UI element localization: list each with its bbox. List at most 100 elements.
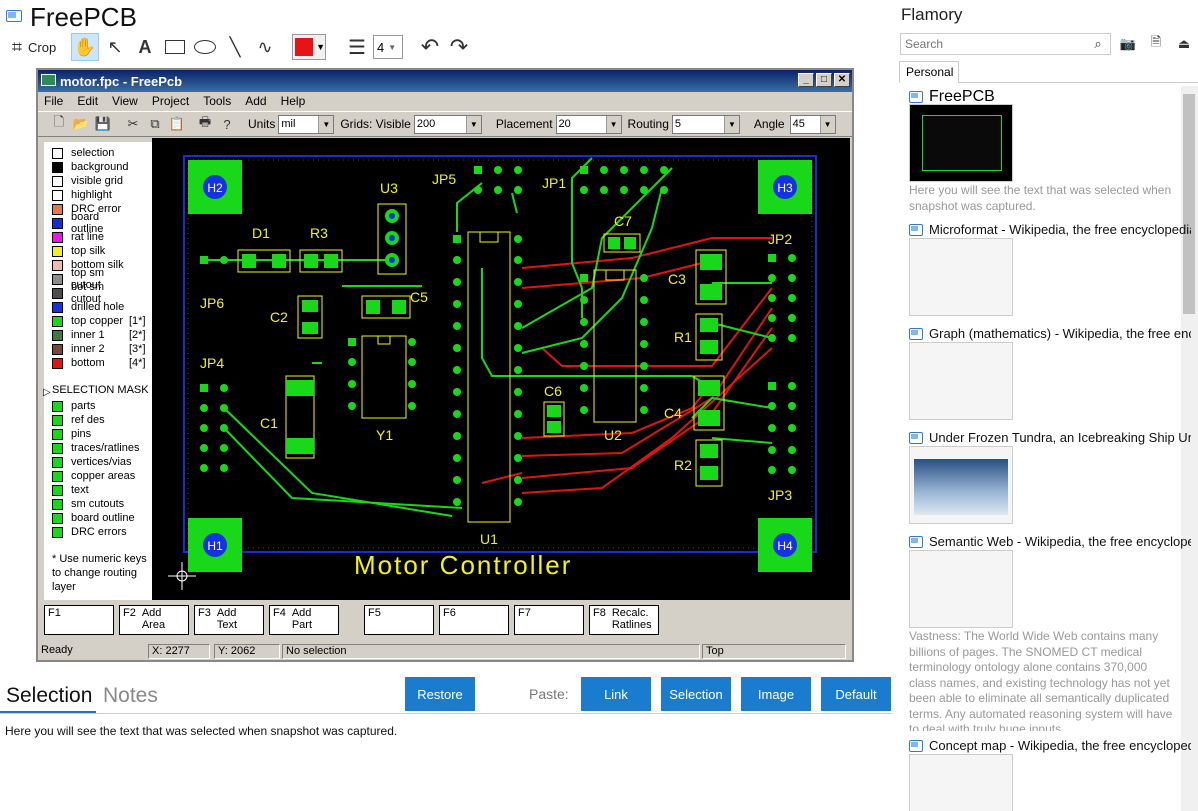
pcb-canvas[interactable]: H2 H3 H1 H4 JP6 JP4 D1 R3 U3 C2 C5 Y1 C1… [152,138,850,600]
f4-key[interactable]: F4 Add Part [269,605,339,635]
r2-part[interactable] [695,439,723,487]
line-width-select[interactable]: 4 ▼ [373,35,403,59]
layer-row[interactable]: inner 1 [2*] [44,328,152,342]
text-tool-icon[interactable]: A [131,33,159,61]
redo-icon[interactable]: ↷ [445,33,473,61]
layer-row[interactable]: drilled hole [44,300,152,314]
mask-row[interactable]: pins [44,427,152,441]
mask-row[interactable]: copper areas [44,469,152,483]
mounting-hole-h3[interactable]: H3 [758,160,812,214]
snapshot-item[interactable]: Under Frozen Tundra, an Icebreaking Ship… [909,430,1191,445]
document-icon[interactable]: 🗎 [1147,34,1165,53]
jp5-connector[interactable] [474,166,522,194]
mask-row[interactable]: traces/ratlines [44,441,152,455]
camera-icon[interactable]: 📷 [1119,35,1137,53]
pcb-board-svg[interactable]: H2 H3 H1 H4 JP6 JP4 D1 R3 U3 C2 C5 Y1 C1… [152,138,850,600]
menu-add[interactable]: Add [245,94,266,108]
pointer-icon[interactable]: ↖ [101,33,129,61]
line-width-icon[interactable]: ☰ [343,33,371,61]
snapshot-item[interactable]: Semantic Web - Wikipedia, the free encyc… [909,534,1191,549]
layer-row[interactable]: bottom [4*] [44,356,152,370]
snapshot-item[interactable]: Graph (mathematics) - Wikipedia, the fre… [909,326,1191,341]
line-icon[interactable]: ╲ [221,33,249,61]
c7-part[interactable] [603,233,641,253]
minimize-icon[interactable]: _ [798,73,814,87]
snapshot-item[interactable]: Microformat - Wikipedia, the free encycl… [909,222,1191,237]
color-picker[interactable]: ▼ [292,34,326,60]
open-folder-icon[interactable]: 📂 [70,114,92,134]
f2-key[interactable]: F2 Add Area [119,605,189,635]
layer-row[interactable]: board outline [44,211,152,235]
c2-part[interactable] [297,295,323,339]
mounting-hole-h1[interactable]: H1 [188,518,242,572]
restore-button[interactable]: Restore [405,677,475,711]
layer-row[interactable]: selection [44,146,152,160]
mask-row[interactable]: DRC errors [44,525,152,539]
snapshot-thumbnail[interactable] [909,754,1013,811]
f6-key[interactable]: F6 [439,605,509,635]
menu-help[interactable]: Help [281,94,306,108]
hand-icon[interactable]: ✋ [71,33,99,61]
layer-row[interactable]: top copper [1*] [44,314,152,328]
u2-part[interactable] [580,269,648,423]
menu-project[interactable]: Project [152,94,189,108]
menu-tools[interactable]: Tools [203,94,231,108]
jp1-connector[interactable] [580,166,668,194]
f8-key[interactable]: F8 Recalc. Ratlines [589,605,659,635]
eject-icon[interactable]: ⏏ [1175,35,1193,53]
layer-row[interactable]: bot sm cutout [44,281,152,305]
copy-icon[interactable]: ⧉ [144,114,166,134]
c5-part[interactable] [361,295,411,319]
save-icon[interactable]: 💾 [92,114,114,134]
snapshot-thumbnail[interactable] [909,446,1013,524]
snapshot-thumbnail[interactable] [909,238,1013,316]
menu-file[interactable]: File [44,94,63,108]
jp4-connector[interactable] [200,384,228,472]
snapshot-item[interactable]: Concept map - Wikipedia, the free encycl… [909,738,1191,753]
cut-icon[interactable]: ✂ [122,114,144,134]
layer-row[interactable]: inner 2 [3*] [44,342,152,356]
f3-key[interactable]: F3 Add Text [194,605,264,635]
help-icon[interactable]: ? [216,114,238,134]
mounting-hole-h4[interactable]: H4 [758,518,812,572]
c1-part[interactable] [285,375,315,459]
rectangle-icon[interactable] [161,33,189,61]
search-icon[interactable]: ⌕ [1089,35,1107,53]
search-input[interactable] [900,33,1111,55]
paste-selection-button[interactable]: Selection [661,677,731,711]
snapshot-thumbnail[interactable] [909,104,1013,182]
tab-personal[interactable]: Personal [899,61,959,83]
ellipse-icon[interactable] [191,33,219,61]
tab-notes[interactable]: Notes [103,684,158,708]
u3-part[interactable] [377,203,407,275]
layer-row[interactable]: background [44,160,152,174]
mounting-hole-h2[interactable]: H2 [188,160,242,214]
mask-row[interactable]: ref des [44,413,152,427]
mask-row[interactable]: sm cutouts [44,497,152,511]
new-file-icon[interactable]: 🗋 [48,114,70,134]
mask-row[interactable]: parts [44,399,152,413]
freehand-icon[interactable]: ∿ [251,33,279,61]
crop-icon[interactable]: ⌗ [6,33,28,61]
crop-button[interactable]: Crop [28,40,56,55]
paste-icon[interactable]: 📋 [166,114,188,134]
maximize-icon[interactable]: □ [816,73,832,87]
undo-icon[interactable]: ↶ [416,33,444,61]
y1-part[interactable] [348,335,416,419]
menu-view[interactable]: View [112,94,138,108]
mask-row[interactable]: text [44,483,152,497]
menu-edit[interactable]: Edit [77,94,98,108]
layer-row[interactable]: visible grid [44,174,152,188]
scrollbar-thumb[interactable] [1183,94,1195,314]
routing-select[interactable]: 5 ▼ [671,114,740,134]
placement-select[interactable]: 20 ▼ [555,114,622,134]
snapshot-thumbnail[interactable] [909,550,1013,628]
close-icon[interactable]: ✕ [834,73,850,87]
c6-part[interactable] [543,401,565,437]
paste-image-button[interactable]: Image [741,677,811,711]
layer-row[interactable]: rat line [44,230,152,244]
layer-row[interactable]: highlight [44,188,152,202]
mask-row[interactable]: board outline [44,511,152,525]
f1-key[interactable]: F1 [44,605,114,635]
r1-part[interactable] [695,313,723,361]
